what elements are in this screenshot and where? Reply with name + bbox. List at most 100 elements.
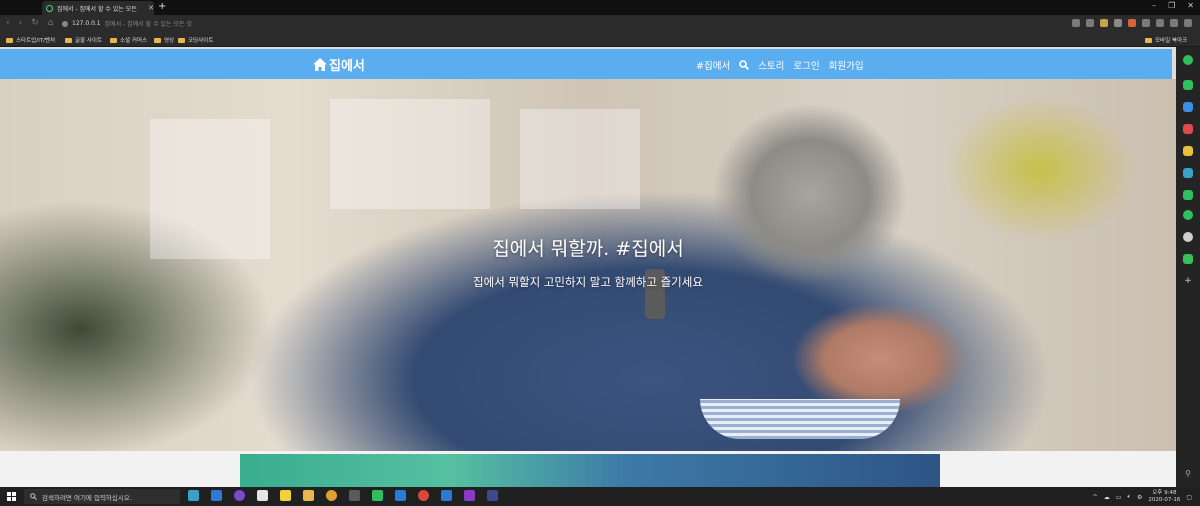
taskbar-app-icon[interactable]: [487, 490, 498, 501]
chrome-icon[interactable]: [326, 490, 337, 501]
sidebar-app-icon[interactable]: [1183, 210, 1193, 220]
add-icon[interactable]: +: [1183, 276, 1193, 286]
star-icon[interactable]: [1086, 19, 1094, 27]
pin-icon[interactable]: ⚲: [1183, 469, 1193, 479]
bookmark-folder-mobile[interactable]: 모바일 북마크: [1145, 36, 1187, 44]
bookmark-folder[interactable]: 스타트업/IT/벤처: [6, 36, 55, 44]
sidebar-app-icon[interactable]: [1183, 190, 1193, 200]
site-favicon-icon: [46, 4, 53, 12]
notification-icon[interactable]: ▢: [1186, 494, 1192, 501]
calendar-icon[interactable]: [441, 490, 452, 501]
screenshot-icon[interactable]: [1156, 19, 1164, 27]
nav-links: #집에서 스토리 로그인 회원가입: [696, 58, 864, 72]
folder-icon: [110, 37, 117, 43]
close-window-icon[interactable]: ✕: [1187, 1, 1194, 10]
background-window: [330, 99, 490, 209]
home-icon[interactable]: ⌂: [48, 18, 54, 28]
window-controls: – ❐ ✕: [1152, 1, 1194, 10]
taskbar-app-icon[interactable]: [418, 490, 429, 501]
system-tray: ^ ☁ ▭ 🔈︎ ⚙ 오후 9:48 2020-07-16 ▢: [1093, 490, 1192, 504]
background-window: [520, 109, 640, 209]
shirt-collar: [700, 399, 900, 439]
taskbar-app-icon[interactable]: [349, 490, 360, 501]
nav-login-link[interactable]: 로그인: [793, 58, 819, 72]
back-icon[interactable]: ‹: [6, 18, 10, 28]
web-page: 집에서 #집에서 스토리 로그인 회원가입 집에서 뭐할까. #집에서 집에서 …: [0, 47, 1176, 487]
brand-label: 집에서: [329, 59, 365, 74]
sidebar-app-icon[interactable]: [1183, 254, 1193, 264]
nav-buttons: ‹ › ↻ ⌂: [6, 18, 53, 28]
browser-sidebar: + ⚲: [1176, 47, 1200, 487]
sidebar-app-icon[interactable]: [1183, 124, 1193, 134]
folder-icon: [1145, 37, 1152, 43]
bookmark-folder[interactable]: 코딩사이트: [178, 36, 213, 44]
taskbar-search-placeholder: 검색하려면 여기에 입력하십시오.: [42, 493, 132, 502]
settings-icon[interactable]: ⚙: [1137, 494, 1142, 501]
folder-icon: [65, 37, 72, 43]
sidebar-app-icon[interactable]: [1183, 146, 1193, 156]
clock[interactable]: 오후 9:48 2020-07-16: [1148, 490, 1180, 504]
mail-icon[interactable]: [395, 490, 406, 501]
bookmark-folder[interactable]: 글꼴 사이트: [65, 36, 102, 44]
next-section: [0, 451, 1176, 487]
home-icon: [313, 58, 327, 71]
shield-icon[interactable]: [1072, 19, 1080, 27]
file-explorer-icon[interactable]: [303, 490, 314, 501]
extension-icon[interactable]: [1114, 19, 1122, 27]
search-icon: [30, 493, 37, 500]
tab-title: 집에서 - 집에서 할 수 있는 모든: [56, 5, 137, 13]
clock-date: 2020-07-16: [1148, 497, 1181, 503]
browser-tab-bar: 집에서 - 집에서 할 수 있는 모든 ✕ + – ❐ ✕: [0, 0, 1200, 15]
new-tab-button[interactable]: +: [158, 1, 166, 12]
bookmarks-bar: 스타트업/IT/벤처 글꼴 사이트 소셜 커머스 영상 코딩사이트 모바일 북마…: [0, 33, 1200, 47]
sidebar-app-icon[interactable]: [1183, 55, 1193, 65]
taskbar-app-icon[interactable]: [234, 490, 245, 501]
hero-text: 집에서 뭐할까. #집에서 집에서 뭐할지 고민하지 말고 함께하고 즐기세요: [0, 234, 1176, 290]
site-info-icon[interactable]: [62, 20, 68, 27]
restore-icon[interactable]: ❐: [1168, 1, 1175, 10]
taskbar-app-icon[interactable]: [188, 490, 199, 501]
extension-icon[interactable]: [1100, 19, 1108, 27]
onenote-icon[interactable]: [464, 490, 475, 501]
sidebar-toggle-icon[interactable]: [1170, 19, 1178, 27]
taskbar-search[interactable]: 검색하려면 여기에 입력하십시오.: [24, 489, 180, 504]
folder-icon: [6, 37, 13, 43]
windows-taskbar: 검색하려면 여기에 입력하십시오. ^ ☁ ▭ 🔈︎ ⚙ 오후 9:48 202…: [0, 487, 1200, 506]
hero-banner: 집에서 뭐할까. #집에서 집에서 뭐할지 고민하지 말고 함께하고 즐기세요: [0, 79, 1176, 451]
extension-icon[interactable]: [1128, 19, 1136, 27]
url-field[interactable]: 127.0.0.1 집에서 - 집에서 할 수 있는 모든 것: [62, 19, 192, 28]
network-icon[interactable]: ▭: [1116, 494, 1122, 501]
tab-close-icon[interactable]: ✕: [148, 4, 154, 12]
download-icon[interactable]: [1142, 19, 1150, 27]
site-brand[interactable]: 집에서: [313, 55, 365, 74]
menu-icon[interactable]: [1184, 19, 1192, 27]
browser-tab[interactable]: 집에서 - 집에서 할 수 있는 모든 ✕: [42, 1, 154, 15]
bookmark-folder[interactable]: 소셜 커머스: [110, 36, 147, 44]
vscode-icon[interactable]: [211, 490, 222, 501]
minimize-icon[interactable]: –: [1152, 1, 1156, 10]
section-image: [240, 454, 940, 487]
chevron-up-icon[interactable]: ^: [1093, 494, 1098, 501]
taskbar-apps: [188, 490, 498, 501]
hero-subtitle: 집에서 뭐할지 고민하지 말고 함께하고 즐기세요: [473, 275, 703, 289]
taskbar-app-icon[interactable]: [372, 490, 383, 501]
folder-icon: [178, 37, 185, 43]
windows-start-icon[interactable]: [7, 492, 16, 501]
bookmark-folder[interactable]: 영상: [154, 36, 174, 44]
forward-icon[interactable]: ›: [19, 18, 23, 28]
search-icon[interactable]: [739, 60, 750, 70]
sidebar-app-icon[interactable]: [1183, 232, 1193, 242]
hero-title: 집에서 뭐할까. #집에서: [492, 238, 684, 260]
reload-icon[interactable]: ↻: [31, 18, 39, 28]
nav-hashtag-link[interactable]: #집에서: [696, 58, 730, 72]
cloud-icon[interactable]: ☁: [1104, 494, 1110, 501]
sidebar-app-icon[interactable]: [1183, 80, 1193, 90]
sidebar-app-icon[interactable]: [1183, 102, 1193, 112]
url-page-title: 집에서 - 집에서 할 수 있는 모든 것: [104, 21, 192, 28]
taskbar-app-icon[interactable]: [257, 490, 268, 501]
kakaotalk-icon[interactable]: [280, 490, 291, 501]
nav-story-link[interactable]: 스토리: [758, 58, 784, 72]
volume-icon[interactable]: 🔈︎: [1127, 493, 1131, 501]
sidebar-app-icon[interactable]: [1183, 168, 1193, 178]
nav-signup-link[interactable]: 회원가입: [829, 58, 864, 72]
